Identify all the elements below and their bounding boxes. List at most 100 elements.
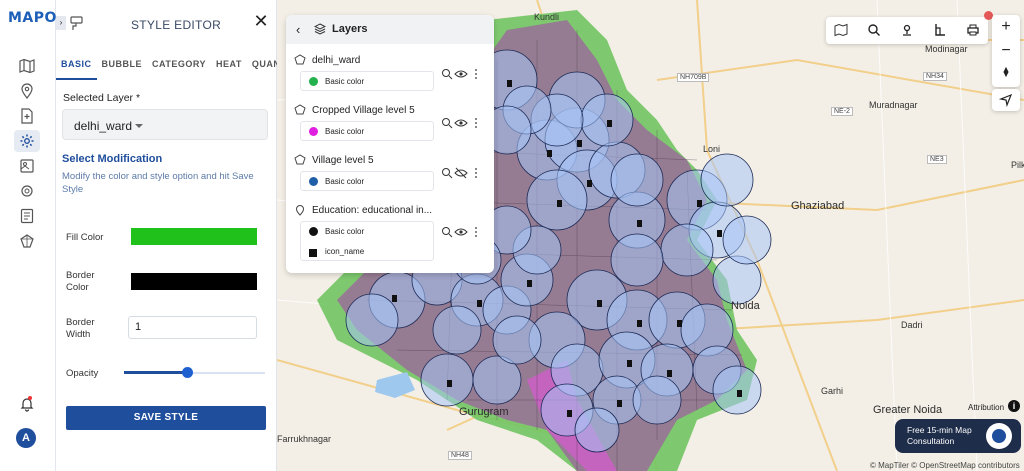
close-icon[interactable]: ✕ [252, 12, 270, 30]
chip-label-icon: icon_name [325, 247, 365, 256]
chevron-down-icon [135, 124, 143, 128]
consultation-widget[interactable]: Free 15-min Map Consultation [895, 419, 1021, 453]
style-editor-panel: › STYLE EDITOR ✕ BASIC BUBBLE CATEGORY H… [56, 0, 301, 471]
layer-style-chip[interactable]: Basic color icon_name [300, 221, 434, 261]
building-icon [308, 246, 318, 257]
layers-title: Layers [332, 23, 368, 35]
layer-name[interactable]: Cropped Village level 5 [312, 105, 415, 116]
gear-icon[interactable] [14, 130, 40, 152]
save-style-button[interactable]: SAVE STYLE [66, 406, 266, 430]
location-icon[interactable] [900, 23, 914, 37]
layers-view-icon[interactable] [834, 23, 848, 37]
polygon-icon [294, 154, 306, 166]
layer-name[interactable]: delhi_ward [312, 55, 360, 66]
fill-color-label: Fill Color [66, 232, 104, 243]
list-icon[interactable] [14, 205, 40, 227]
map-toolbar [826, 17, 988, 44]
location-pin-icon [294, 204, 306, 216]
road-nh48: NH48 [448, 451, 472, 460]
back-arrow-icon[interactable]: ‹ [296, 22, 300, 37]
paint-roller-icon [62, 14, 84, 32]
navigate-button[interactable] [992, 89, 1020, 111]
style-tabs: BASIC BUBBLE CATEGORY HEAT QUANTITY [56, 56, 301, 80]
fill-color-swatch[interactable] [131, 228, 257, 245]
color-dot [309, 127, 318, 136]
selected-layer-label: Selected Layer * [63, 92, 141, 104]
layer-select-value: delhi_ward [74, 119, 133, 133]
attribution-label[interactable]: Attribution [968, 403, 1004, 412]
border-color-label: Border Color [66, 270, 95, 293]
bell-icon[interactable] [14, 393, 40, 415]
zoom-controls: + − [992, 15, 1020, 87]
layer-actions [441, 68, 481, 80]
border-color-swatch[interactable] [131, 273, 257, 290]
border-width-label: Border Width [66, 317, 95, 340]
place-dadri: Dadri [901, 320, 923, 330]
color-dot [309, 227, 318, 236]
place-pilk: Pilk [1011, 160, 1024, 170]
color-dot [309, 77, 318, 86]
place-garhi: Garhi [821, 386, 844, 396]
layer-actions [441, 117, 481, 129]
chat-bubble-icon[interactable] [986, 423, 1012, 449]
consultation-text: Free 15-min Map Consultation [907, 425, 972, 446]
opacity-label: Opacity [66, 368, 99, 379]
map-footer-attribution: © MapTiler © OpenStreetMap contributors [870, 461, 1020, 470]
road-nh34: NH34 [923, 72, 947, 81]
layer-name[interactable]: Education: educational in... [312, 205, 432, 216]
section-title: Select Modification [62, 153, 163, 165]
polygon-icon [294, 104, 306, 116]
road-ne2: NE-2 [831, 107, 853, 116]
place-modinagar: Modinagar [925, 44, 968, 54]
notification-dot [28, 396, 32, 400]
map-icon[interactable] [14, 55, 40, 77]
road-ne3: NE3 [927, 155, 947, 164]
globe-icon[interactable] [14, 230, 40, 252]
compass-icon[interactable] [992, 63, 1020, 85]
border-width-input[interactable]: 1 [128, 316, 257, 339]
tab-bubble[interactable]: BUBBLE [97, 56, 148, 80]
search-icon[interactable] [867, 23, 881, 37]
tab-basic[interactable]: BASIC [56, 56, 97, 80]
avatar[interactable]: A [16, 428, 36, 448]
add-file-icon[interactable] [14, 105, 40, 127]
editor-title: STYLE EDITOR [131, 18, 222, 32]
layers-header: ‹ Layers [286, 15, 494, 44]
layer-actions [441, 167, 481, 179]
layers-icon [313, 23, 327, 35]
zoom-in-button[interactable]: + [992, 16, 1020, 38]
navigate-icon [999, 93, 1013, 107]
layer-style-chip[interactable]: Basic color [300, 121, 434, 141]
chip-label: Basic color [325, 177, 365, 186]
section-description: Modify the color and style option and hi… [62, 171, 254, 195]
layer-actions [441, 226, 481, 238]
chip-label: Basic color [325, 227, 365, 236]
print-icon[interactable] [966, 23, 980, 37]
chip-label: Basic color [325, 127, 365, 136]
place-noida: Noida [731, 300, 760, 312]
chip-label: Basic color [325, 77, 365, 86]
opacity-slider-thumb[interactable] [182, 367, 193, 378]
road-nh709b: NH709B [677, 73, 710, 82]
settings-icon[interactable] [14, 180, 40, 202]
place-muradnagar: Muradnagar [869, 100, 918, 110]
tab-heat[interactable]: HEAT [211, 56, 247, 80]
measure-icon[interactable] [933, 23, 947, 37]
location-pin-icon[interactable] [14, 80, 40, 102]
layer-select[interactable]: delhi_ward [62, 109, 268, 140]
info-icon[interactable]: i [1008, 400, 1020, 412]
layers-edit-icon[interactable] [14, 155, 40, 177]
place-farrukhnagar: Farrukhnagar [277, 434, 332, 444]
place-kundli: Kundli [534, 12, 560, 22]
opacity-slider-fill [124, 371, 187, 374]
layer-style-chip[interactable]: Basic color [300, 71, 434, 91]
place-ghaziabad: Ghaziabad [791, 200, 845, 212]
zoom-out-button[interactable]: − [992, 40, 1020, 62]
left-rail: MAPOG A [0, 0, 68, 471]
layer-style-chip[interactable]: Basic color [300, 171, 434, 191]
layer-name[interactable]: Village level 5 [312, 155, 374, 166]
place-gurugram: Gurugram [459, 406, 509, 418]
polygon-icon [294, 54, 306, 66]
tab-category[interactable]: CATEGORY [147, 56, 211, 80]
color-dot [309, 177, 318, 186]
